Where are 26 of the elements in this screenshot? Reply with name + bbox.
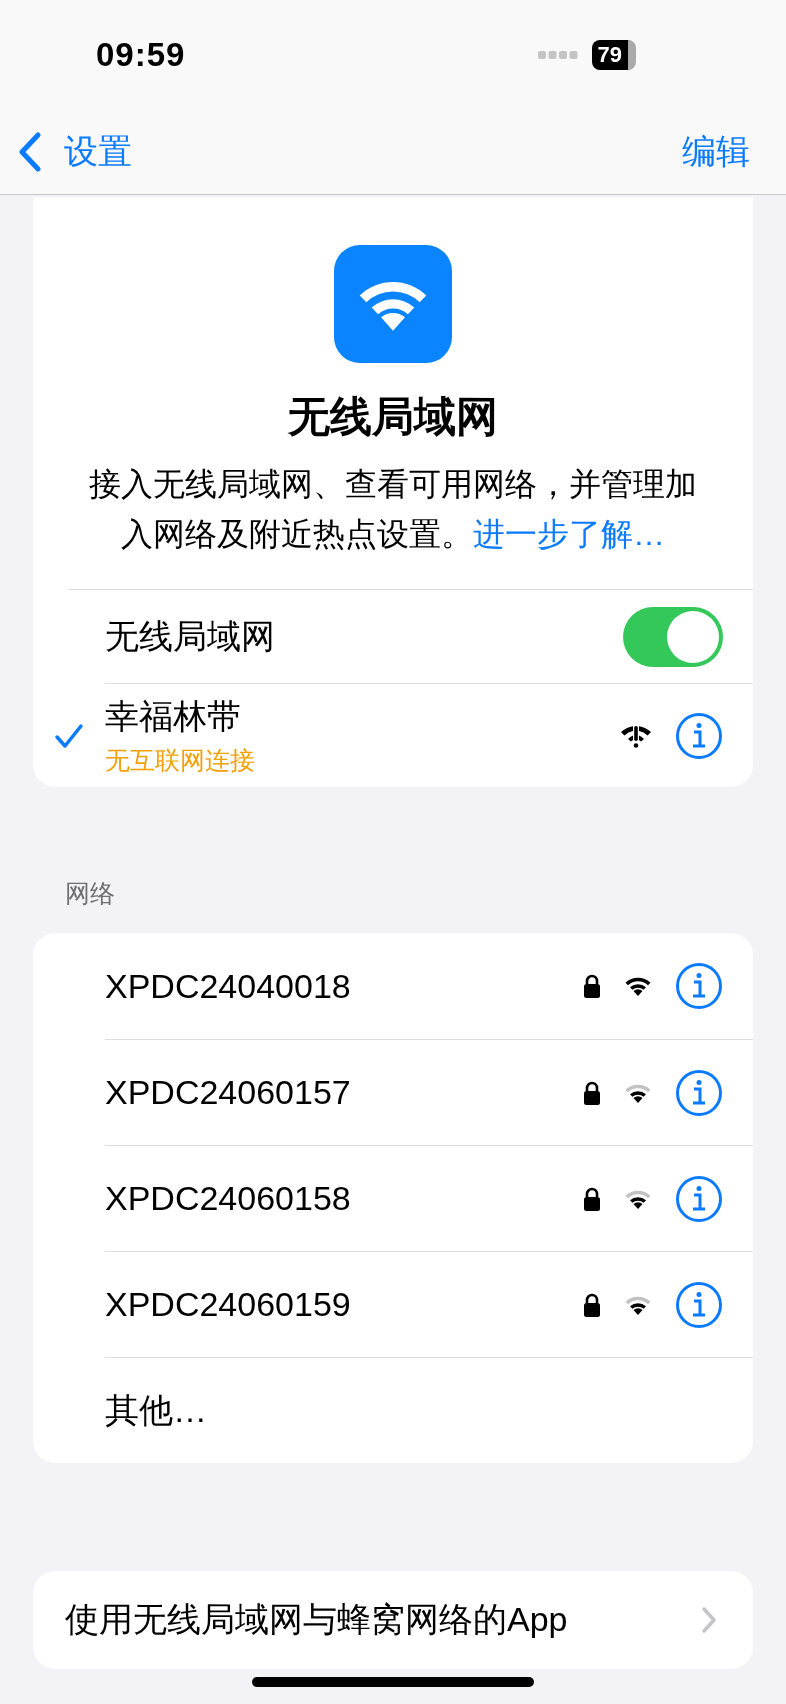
chevron-icon	[701, 1606, 717, 1634]
network-name[interactable]: 幸福林带	[105, 694, 619, 740]
status-time: 09:59	[96, 36, 186, 74]
network-name[interactable]: XPDC24060159	[105, 1285, 583, 1324]
section-header: 网络	[65, 878, 116, 909]
info-icon[interactable]	[675, 962, 723, 1010]
edit-button[interactable]: 编辑	[682, 129, 750, 175]
info-icon[interactable]	[675, 1174, 723, 1223]
page-title: 无线局域网	[288, 392, 498, 442]
network-status: 无互联网连接	[105, 745, 256, 776]
info-icon[interactable]	[675, 711, 723, 760]
back-button[interactable]: 设置	[18, 129, 132, 175]
network-name[interactable]: XPDC24040018	[105, 966, 583, 1006]
back-chevron-icon	[18, 132, 42, 172]
network-name[interactable]: XPDC24060157	[105, 1073, 583, 1112]
apps-row[interactable]: 使用无线局域网与蜂窝网络的App	[33, 1571, 753, 1669]
battery-level: 79	[591, 40, 636, 70]
description: 接入无线局域网、查看可用网络，并管理加入网络及附近热点设置。进一步了解…	[88, 465, 698, 554]
info-icon[interactable]	[675, 1068, 723, 1117]
other-network[interactable]: 其他…	[105, 1387, 723, 1434]
signal-dots-icon	[537, 51, 578, 59]
network-name[interactable]: XPDC24060158	[105, 1179, 583, 1218]
learn-more-link[interactable]: 进一步了解…	[473, 516, 665, 552]
wifi-app-icon	[334, 245, 452, 363]
info-icon[interactable]	[675, 1280, 723, 1329]
wifi-label: 无线局域网	[105, 615, 276, 657]
